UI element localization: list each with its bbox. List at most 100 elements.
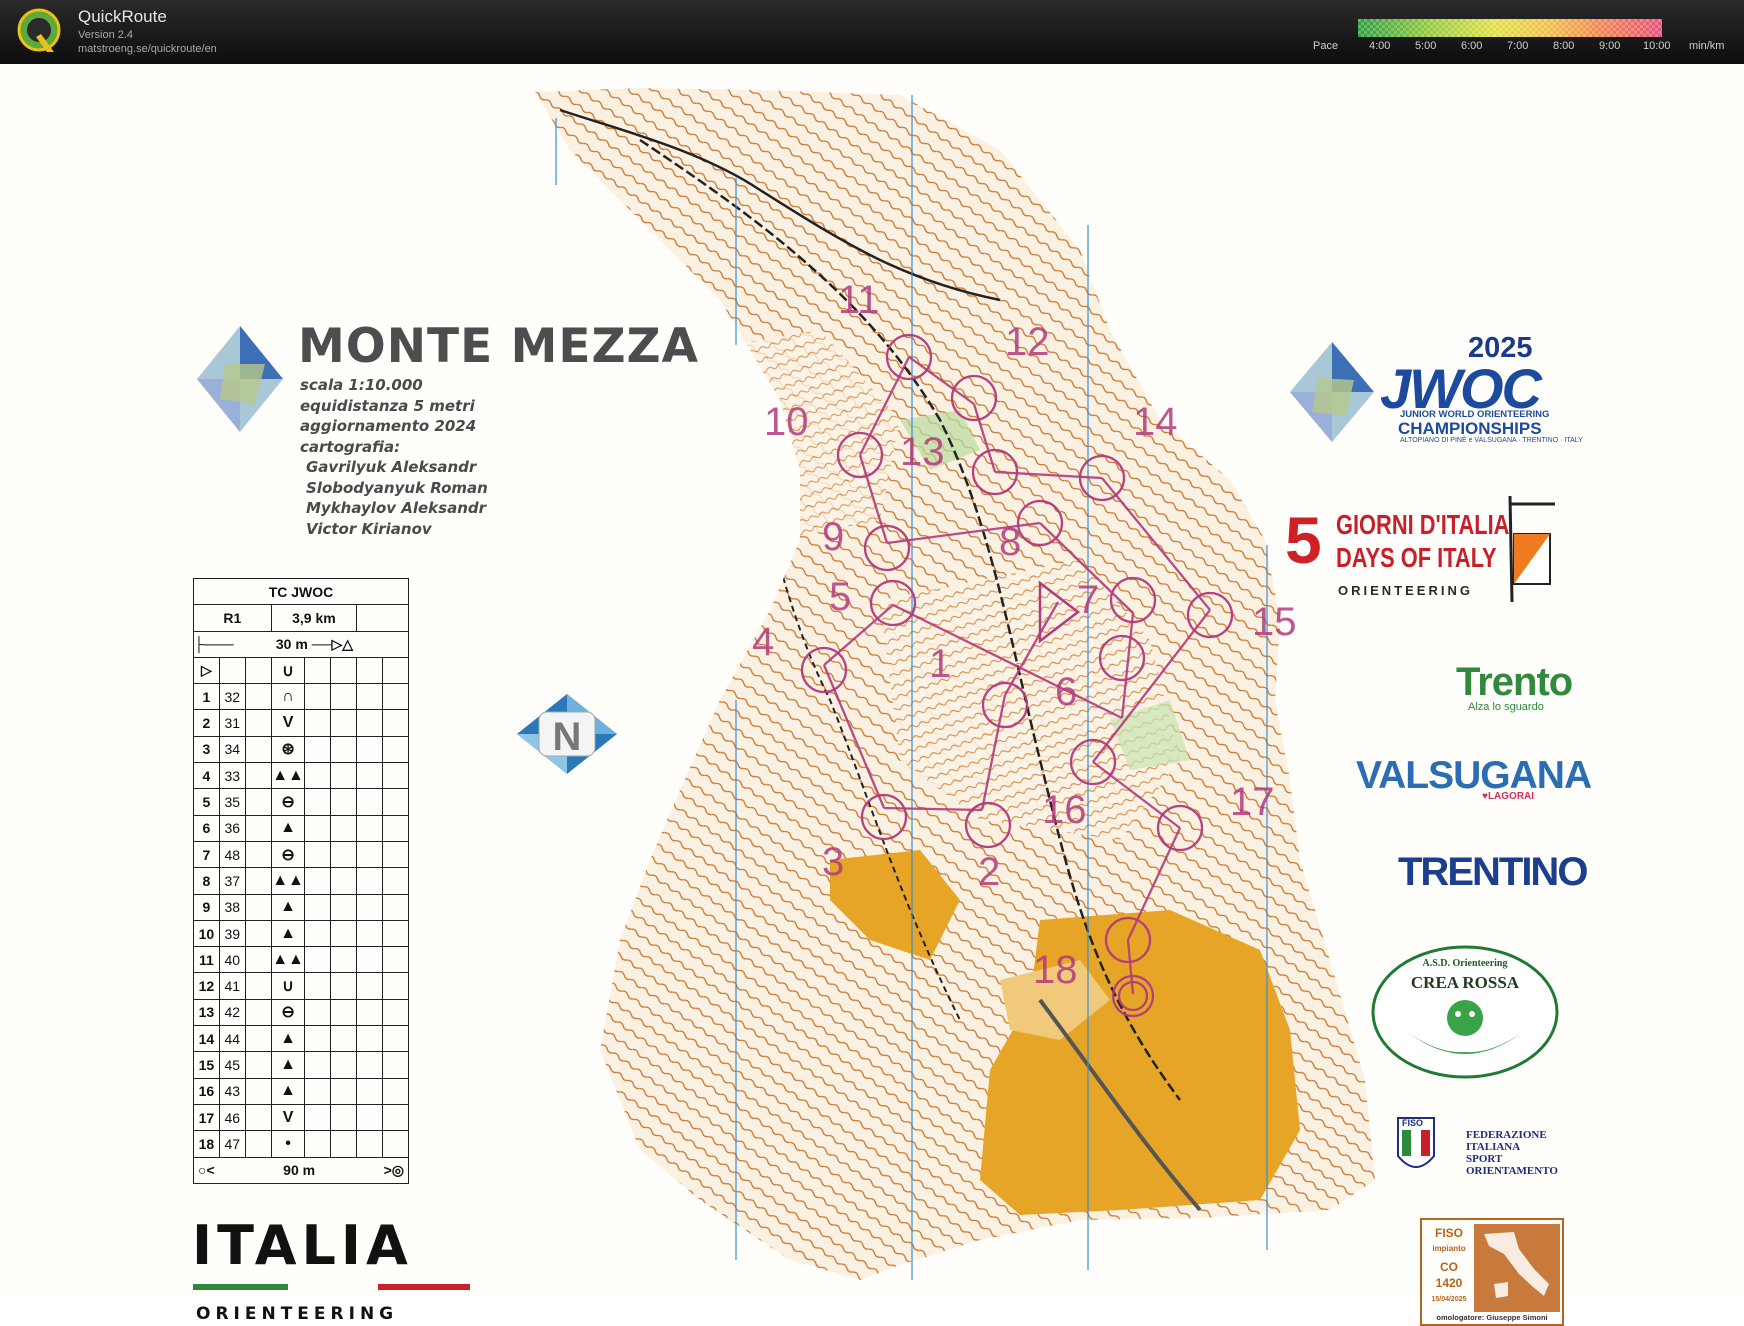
control-number: 16 bbox=[193, 1077, 220, 1105]
control-number: 9 bbox=[193, 893, 220, 921]
map-emblem-logo bbox=[197, 326, 283, 432]
control-code: 31 bbox=[218, 709, 246, 737]
pace-tick: 10:00 bbox=[1643, 40, 1671, 52]
control-feature-symbol: ▲ bbox=[270, 814, 306, 842]
control-code: 47 bbox=[218, 1130, 246, 1158]
control-feature-symbol: ▲ bbox=[270, 1077, 306, 1105]
control-feature-symbol: V bbox=[270, 1103, 306, 1132]
fiso-line2: ITALIANA bbox=[1466, 1141, 1521, 1153]
pace-tick: 9:00 bbox=[1599, 40, 1621, 52]
control-number: 11 bbox=[193, 946, 220, 974]
control-feature-symbol: ∪ bbox=[270, 972, 306, 1000]
control-code: 34 bbox=[218, 735, 246, 764]
control-code: 32 bbox=[218, 683, 246, 711]
map-scale: scala 1:10.000 bbox=[300, 376, 423, 394]
control-row: 15 45 ▲ bbox=[193, 1051, 409, 1079]
course-length: 3,9 km bbox=[270, 604, 358, 632]
fiso-line4: ORIENTAMENTO bbox=[1466, 1165, 1558, 1177]
impianto-certificate: FISO impianto CO 1420 15/04/2025 omologa… bbox=[1420, 1218, 1564, 1326]
control-feature-symbol: ▲▲ bbox=[270, 762, 306, 790]
control-code: 45 bbox=[218, 1051, 246, 1079]
control-row: 17 46 V bbox=[193, 1103, 409, 1132]
pace-tick: 4:00 bbox=[1369, 40, 1391, 52]
control-feature-symbol: ▲ bbox=[270, 893, 306, 921]
control-code: 36 bbox=[218, 814, 246, 842]
control-feature-symbol: ⊖ bbox=[270, 998, 306, 1027]
giorni-line1: GIORNI D'ITALIA bbox=[1336, 509, 1510, 540]
control-feature-symbol: ▲ bbox=[270, 1025, 306, 1053]
start-feature: ∪ bbox=[270, 656, 306, 685]
control-label-13: 13 bbox=[900, 430, 945, 474]
control-number: 2 bbox=[193, 709, 220, 737]
control-label-10: 10 bbox=[764, 400, 809, 444]
jwoc-championships: CHAMPIONSHIPS bbox=[1398, 419, 1542, 438]
impianto-label: impianto bbox=[1432, 1244, 1466, 1253]
crea-rossa-name: CREA ROSSA bbox=[1411, 973, 1520, 992]
control-label-16: 16 bbox=[1042, 788, 1087, 832]
control-number: 10 bbox=[193, 919, 220, 948]
app-url[interactable]: matstroeng.se/quickroute/en bbox=[78, 43, 217, 55]
cartographer: Victor Kirianov bbox=[306, 519, 432, 538]
control-row: 8 37 ▲▲ bbox=[193, 867, 409, 895]
flag-stripe-red bbox=[378, 1284, 470, 1290]
map-equidistance: equidistanza 5 metri bbox=[300, 396, 475, 415]
map-updated: aggiornamento 2024 bbox=[300, 417, 477, 435]
orienteering-map[interactable]: 1 2 3 4 5 6 7 8 9 10 11 12 13 14 15 16 17 18 MONTE MEZZA … bbox=[0, 64, 1744, 1326]
north-letter: N bbox=[553, 715, 582, 759]
trento-tagline: Alza lo sguardo bbox=[1468, 701, 1544, 713]
map-cartography-label: cartografia: bbox=[300, 437, 401, 456]
start-tape-row: ├─── 30 m ──▷△ bbox=[193, 630, 409, 658]
control-number: 13 bbox=[193, 998, 220, 1027]
control-feature-symbol: ⊖ bbox=[270, 788, 306, 816]
pace-tick: 7:00 bbox=[1507, 40, 1529, 52]
finish-tape-row: ○< 90 m >◎ bbox=[193, 1156, 409, 1184]
omologatore: omologatore: Giuseppe Simoni bbox=[1436, 1313, 1548, 1322]
cartographer: Mykhaylov Aleksandr bbox=[306, 499, 487, 517]
crea-rossa-top: A.S.D. Orienteering bbox=[1423, 958, 1508, 969]
control-number: 7 bbox=[193, 840, 220, 869]
control-row: 2 31 V bbox=[193, 709, 409, 737]
control-row: 13 42 ⊖ bbox=[193, 998, 409, 1027]
control-feature-symbol: ⊛ bbox=[270, 735, 306, 764]
app-title: QuickRoute bbox=[78, 7, 167, 26]
pace-tick: 5:00 bbox=[1415, 40, 1437, 52]
control-label-8: 8 bbox=[999, 520, 1022, 564]
control-feature-symbol: V bbox=[270, 709, 306, 737]
flag-stripe-green bbox=[193, 1284, 288, 1290]
control-row: 4 33 ▲▲ bbox=[193, 762, 409, 790]
map-info: scala 1:10.000 equidistanza 5 metri aggi… bbox=[300, 375, 488, 539]
start-symbol: ▷ bbox=[193, 656, 220, 685]
pace-color-scale bbox=[1358, 19, 1662, 37]
italia-logo-sub: ORIENTEERING bbox=[196, 1304, 399, 1324]
control-label-18: 18 bbox=[1033, 948, 1078, 992]
control-code: 33 bbox=[218, 762, 246, 790]
control-row: 9 38 ▲ bbox=[193, 893, 409, 921]
crea-rossa-logo: A.S.D. Orienteering CREA ROSSA bbox=[1371, 945, 1559, 1079]
control-feature-symbol: ▲ bbox=[270, 919, 306, 948]
control-label-1: 1 bbox=[929, 642, 952, 686]
pace-tick: 6:00 bbox=[1461, 40, 1483, 52]
fiso-line1: FEDERAZIONE bbox=[1466, 1129, 1547, 1141]
north-arrow-icon: N bbox=[517, 694, 617, 774]
control-row: 11 40 ▲▲ bbox=[193, 946, 409, 974]
control-label-2: 2 bbox=[978, 850, 1001, 894]
pace-label: Pace bbox=[1313, 40, 1339, 52]
control-code: 37 bbox=[218, 867, 246, 895]
control-row: 16 43 ▲ bbox=[193, 1077, 409, 1105]
control-label-3: 3 bbox=[822, 840, 845, 884]
control-feature-symbol: ▲▲ bbox=[270, 867, 306, 895]
control-number: 4 bbox=[193, 762, 220, 790]
jwoc-emblem-logo bbox=[1290, 342, 1374, 442]
control-number: 3 bbox=[193, 735, 220, 764]
control-number: 18 bbox=[193, 1130, 220, 1158]
cartographer: Gavrilyuk Aleksandr bbox=[306, 458, 477, 476]
pace-unit: min/km bbox=[1689, 40, 1725, 52]
control-row: 6 36 ▲ bbox=[193, 814, 409, 842]
app-header: QuickRoute Version 2.4 matstroeng.se/qui… bbox=[0, 0, 1744, 64]
control-row: 10 39 ▲ bbox=[193, 919, 409, 948]
control-code: 39 bbox=[218, 919, 246, 948]
control-label-7: 7 bbox=[1077, 578, 1100, 622]
control-code: 38 bbox=[218, 893, 246, 921]
impianto-code2: 1420 bbox=[1435, 1276, 1463, 1290]
control-description-table: TC JWOC R1 3,9 km ├─── 30 m ──▷△ ▷ ∪ 1 32 ∩ 2… bbox=[193, 577, 409, 1184]
